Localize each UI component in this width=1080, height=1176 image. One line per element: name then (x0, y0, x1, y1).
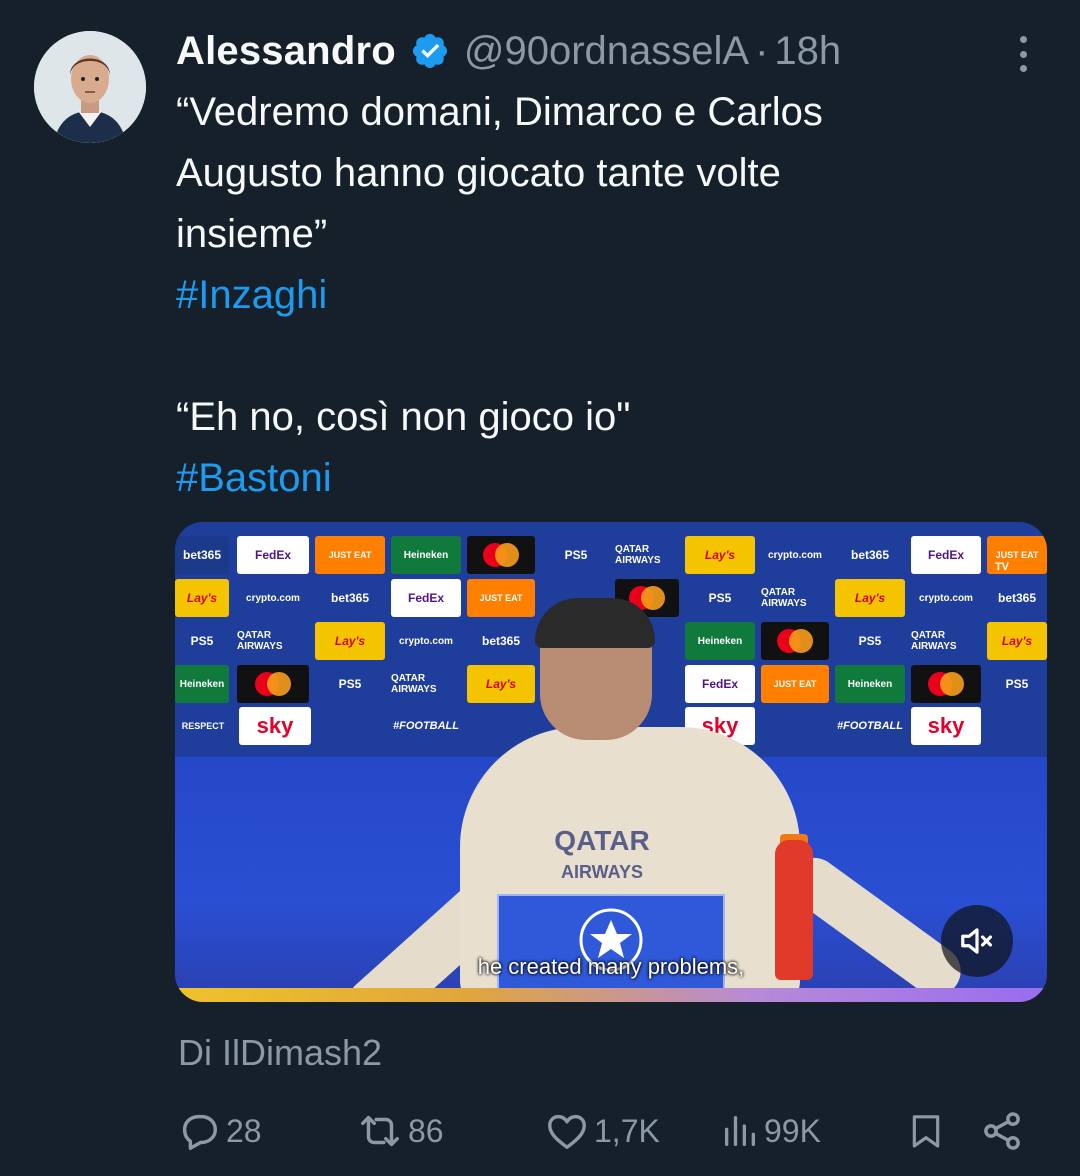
sponsor-tile: FedEx (391, 579, 461, 617)
sponsor-tile: PS5 (987, 665, 1047, 703)
sponsor-tile: sky (239, 707, 311, 745)
views-icon (720, 1108, 760, 1154)
verified-badge-icon (410, 31, 450, 71)
like-button[interactable]: 1,7K (544, 1108, 660, 1154)
reply-button[interactable]: 28 (176, 1108, 262, 1154)
video-subtitle: he created many problems, (477, 954, 745, 979)
sponsor-tile: Lay's (315, 622, 385, 660)
mastercard-logo (237, 665, 309, 703)
sponsor-tile: RESPECT (175, 707, 231, 745)
sponsor-tile: FedEx (685, 665, 755, 703)
sponsor-tile: QATAR AIRWAYS (391, 665, 461, 703)
jersey-sponsor: QATAR AIRWAYS (527, 827, 677, 886)
sponsor-tile: PS5 (685, 579, 755, 617)
sponsor-tile: bet365 (835, 536, 905, 574)
tweet-text-line: insieme” (176, 212, 328, 256)
tweet-time[interactable]: 18h (774, 29, 841, 74)
sponsor-tile: Lay's (175, 579, 229, 617)
jersey-text-line: QATAR (554, 825, 650, 856)
hashtag-bastoni[interactable]: #Bastoni (176, 448, 1036, 509)
media-credit[interactable]: Di IlDimash2 (178, 1032, 382, 1074)
video-player[interactable]: bet365 FedEx JUST EAT Heineken PS5 QATAR… (175, 522, 1047, 1002)
tweet-text: “Vedremo domani, Dimarco e Carlos August… (176, 82, 1036, 509)
sponsor-tile: PS5 (835, 622, 905, 660)
tweet-text-line: “Vedremo domani, Dimarco e Carlos (176, 90, 823, 134)
sponsor-tile: Heineken (835, 665, 905, 703)
sponsor-tile: #FOOTBALL (835, 707, 905, 745)
sponsor-tile: Lay's (835, 579, 905, 617)
sponsor-tile: Heineken (175, 665, 229, 703)
sponsor-tile: QATAR AIRWAYS (615, 536, 679, 574)
sponsor-tile: crypto.com (911, 579, 981, 617)
sponsor-tile: JUST EAT (467, 579, 535, 617)
author-name[interactable]: Alessandro (176, 29, 396, 74)
separator-dot: · (755, 28, 769, 73)
mastercard-logo (467, 536, 535, 574)
retweet-button[interactable]: 86 (356, 1108, 444, 1154)
avatar-illustration (34, 31, 146, 143)
views-count: 99K (764, 1112, 821, 1149)
views-button[interactable]: 99K (720, 1108, 821, 1154)
sponsor-tile: PS5 (175, 622, 229, 660)
sponsor-tile: crypto.com (237, 579, 309, 617)
author-handle[interactable]: @90ordnasselA (464, 29, 749, 74)
jersey-text-line: AIRWAYS (560, 862, 644, 882)
share-button[interactable] (980, 1108, 1024, 1154)
sponsor-tile: Lay's (467, 665, 535, 703)
sponsor-tile: FedEx (237, 536, 309, 574)
sponsor-tile: Heineken (391, 536, 461, 574)
press-desk (497, 894, 725, 1002)
reply-icon (176, 1108, 222, 1154)
like-count: 1,7K (594, 1112, 660, 1149)
sponsor-tile: PS5 (541, 536, 611, 574)
tweet-quote-line: “Eh no, così non gioco io" (176, 395, 631, 439)
mastercard-logo (911, 665, 981, 703)
mastercard-logo (761, 622, 829, 660)
speaker-hair (535, 598, 655, 648)
sponsor-tile: bet365 (315, 579, 385, 617)
sponsor-tile: bet365 (175, 536, 229, 574)
action-bar: 28 86 1,7K 99K (176, 1108, 1036, 1154)
tweet-text-line: Augusto hanno giocato tante volte (176, 151, 781, 195)
starball-logo-icon (579, 908, 643, 972)
retweet-count: 86 (408, 1112, 444, 1149)
sponsor-tile: QATAR AIRWAYS (911, 622, 981, 660)
mute-icon[interactable] (941, 905, 1013, 977)
sponsor-tile: bet365 (987, 579, 1047, 617)
sponsor-tile: JUST EAT (315, 536, 385, 574)
sponsor-tile: QATAR AIRWAYS (237, 622, 309, 660)
sponsor-tile: Heineken (685, 622, 755, 660)
reply-count: 28 (226, 1112, 262, 1149)
sponsor-tile: Lay's (987, 622, 1047, 660)
retweet-icon (356, 1108, 404, 1154)
video-bottom-strip (175, 988, 1047, 1002)
sponsor-tile: PS5 (315, 665, 385, 703)
avatar[interactable] (34, 31, 146, 143)
bookmark-button[interactable] (906, 1108, 946, 1154)
sponsor-tile: bet365 (467, 622, 535, 660)
sponsor-tile: sky (911, 707, 981, 745)
sponsor-tile: JUST EAT (761, 665, 829, 703)
channel-badge: TV (994, 561, 1009, 573)
sponsor-tile: crypto.com (761, 536, 829, 574)
sponsor-tile: crypto.com (391, 622, 461, 660)
more-options-icon[interactable] (1010, 34, 1036, 74)
sponsor-tile: Lay's (685, 536, 755, 574)
bookmark-icon (906, 1108, 946, 1154)
share-icon (980, 1108, 1024, 1154)
hashtag-inzaghi[interactable]: #Inzaghi (176, 265, 1036, 326)
sponsor-tile: QATAR AIRWAYS (761, 579, 829, 617)
tweet-header: Alessandro @90ordnasselA · 18h (176, 26, 841, 76)
like-icon (544, 1108, 590, 1154)
sponsor-tile: #FOOTBALL (391, 707, 461, 745)
